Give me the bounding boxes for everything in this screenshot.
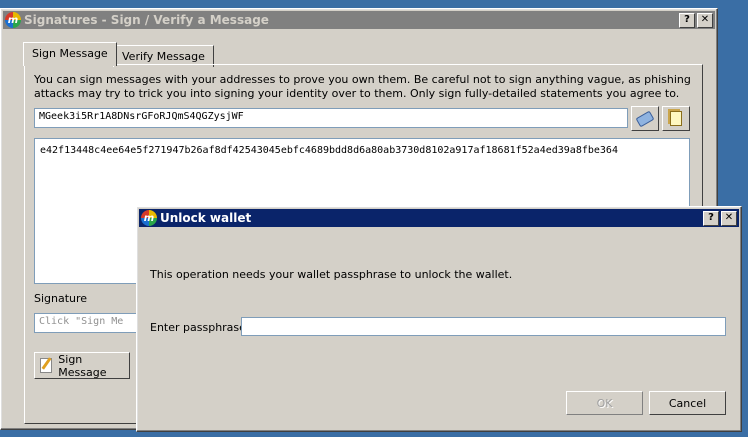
close-button[interactable]: ✕ <box>697 12 713 28</box>
ok-button[interactable]: OK <box>566 391 643 415</box>
address-book-button[interactable] <box>631 106 659 131</box>
dialog-help-button[interactable]: ? <box>703 210 719 226</box>
signature-output[interactable]: Click "Sign Me <box>34 313 144 333</box>
tab-verify-message-label: Verify Message <box>122 50 205 63</box>
sign-message-button-label: Sign Message <box>58 352 107 379</box>
unlock-titlebar[interactable]: m Unlock wallet ? ✕ <box>139 209 739 227</box>
sign-description: You can sign messages with your addresse… <box>34 73 691 100</box>
cancel-button-label: Cancel <box>668 396 707 410</box>
app-logo-icon: m <box>141 210 157 226</box>
tab-sign-message[interactable]: Sign Message <box>23 42 117 66</box>
dialog-title: Unlock wallet <box>160 211 252 225</box>
ok-button-label: OK <box>596 396 613 410</box>
unlock-wallet-dialog: m Unlock wallet ? ✕ This operation needs… <box>136 206 742 432</box>
signature-label: Signature <box>34 292 88 305</box>
address-book-icon <box>635 110 655 127</box>
address-input[interactable]: MGeek3i5Rr1A8DNsrGFoRJQmS4QGZysjWF <box>34 108 628 128</box>
help-button[interactable]: ? <box>679 12 695 28</box>
tab-sign-message-label: Sign Message <box>32 47 108 60</box>
window-title: Signatures - Sign / Verify a Message <box>24 13 269 27</box>
paste-icon <box>670 111 682 126</box>
passphrase-input[interactable] <box>241 317 726 336</box>
sign-pen-icon <box>40 357 53 373</box>
paste-button[interactable] <box>662 106 690 131</box>
app-logo-icon: m <box>5 12 21 28</box>
signatures-titlebar[interactable]: m Signatures - Sign / Verify a Message ?… <box>3 11 715 29</box>
passphrase-label: Enter passphrase <box>150 321 246 334</box>
unlock-message: This operation needs your wallet passphr… <box>150 268 513 281</box>
sign-message-button[interactable]: Sign Message <box>34 352 130 379</box>
dialog-close-button[interactable]: ✕ <box>721 210 737 226</box>
cancel-button[interactable]: Cancel <box>649 391 726 415</box>
